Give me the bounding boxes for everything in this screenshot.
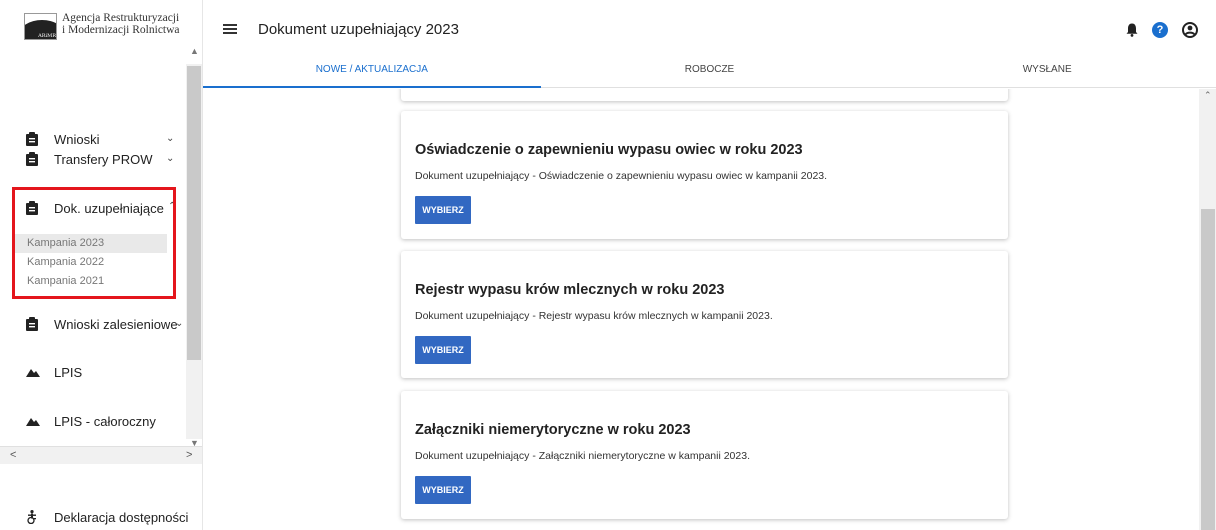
sidebar-item-lpis[interactable]: LPIS bbox=[26, 362, 82, 382]
account-icon[interactable] bbox=[1182, 22, 1198, 38]
terrain-icon bbox=[26, 369, 40, 377]
help-icon[interactable]: ? bbox=[1152, 22, 1168, 38]
sidebar-item-label: LPIS bbox=[54, 364, 83, 380]
document-card: Załączniki niemerytoryczne w roku 2023 D… bbox=[401, 391, 1008, 519]
clipboard-icon bbox=[26, 317, 38, 331]
document-card: Oświadczenie o zapewnieniu wypasu owiec … bbox=[401, 111, 1008, 239]
wybierz-button[interactable]: WYBIERZ bbox=[415, 336, 471, 364]
scroll-left-icon[interactable]: < bbox=[10, 449, 16, 461]
accessibility-icon bbox=[27, 510, 36, 524]
sidebar-scrollbar-thumb[interactable] bbox=[187, 66, 201, 360]
card-title: Załączniki niemerytoryczne w roku 2023 bbox=[415, 422, 691, 438]
tab-bar: NOWE / AKTUALIZACJA ROBOCZE WYSŁANE bbox=[203, 58, 1216, 88]
wybierz-button[interactable]: WYBIERZ bbox=[415, 476, 471, 504]
card-description: Dokument uzupełniający - Załączniki niem… bbox=[415, 450, 750, 462]
logo-line-2: i Modernizacji Rolnictwa bbox=[62, 24, 180, 36]
arimr-logo[interactable]: ARiMR Agencja Restrukturyzacji i Moderni… bbox=[0, 0, 203, 44]
card-description: Dokument uzupełniający - Oświadczenie o … bbox=[415, 170, 828, 182]
top-app-bar: Dokument uzupełniający 2023 ? bbox=[203, 0, 1216, 58]
tab-robocze[interactable]: ROBOCZE bbox=[541, 58, 879, 87]
scroll-right-icon[interactable]: > bbox=[186, 449, 192, 461]
sidebar-item-transfery-prow[interactable]: Transfery PROW bbox=[26, 149, 152, 169]
sidebar-horizontal-scrollbar[interactable]: < > bbox=[0, 446, 202, 464]
sidebar-scroll-up-icon[interactable]: ▲ bbox=[190, 46, 199, 56]
content-scroll-up-icon[interactable]: ⌃ bbox=[1204, 90, 1212, 101]
arimr-emblem-icon: ARiMR bbox=[24, 13, 57, 40]
sidebar-item-label: LPIS - całoroczny bbox=[54, 413, 156, 429]
chevron-down-icon[interactable]: ⌄ bbox=[166, 133, 174, 144]
bell-icon[interactable] bbox=[1126, 23, 1138, 37]
card-title: Oświadczenie o zapewnieniu wypasu owiec … bbox=[415, 142, 803, 158]
sidebar-item-wnioski[interactable]: Wnioski bbox=[26, 129, 100, 149]
chevron-down-icon[interactable]: ⌄ bbox=[166, 153, 174, 164]
chevron-down-icon[interactable]: ⌄ bbox=[175, 318, 183, 329]
content-scrollbar-thumb[interactable] bbox=[1201, 209, 1215, 530]
clipboard-icon bbox=[26, 152, 38, 166]
sidebar-item-label: Wnioski bbox=[54, 131, 100, 147]
tab-wyslane[interactable]: WYSŁANE bbox=[878, 58, 1216, 87]
document-card-partial bbox=[401, 89, 1008, 101]
page-title: Dokument uzupełniający 2023 bbox=[258, 21, 459, 38]
highlight-annotation-box bbox=[12, 187, 176, 299]
sidebar-item-label: Deklaracja dostępności bbox=[54, 509, 189, 525]
top-icons: ? bbox=[1126, 22, 1198, 38]
sidebar-item-deklaracja-dostepnosci[interactable]: Deklaracja dostępności bbox=[26, 507, 188, 527]
sidebar: ARiMR Agencja Restrukturyzacji i Moderni… bbox=[0, 0, 203, 530]
terrain-icon bbox=[26, 418, 40, 426]
sidebar-item-wnioski-zalesieniowe[interactable]: Wnioski zalesieniowe bbox=[26, 314, 178, 334]
sidebar-item-lpis-caloroczny[interactable]: LPIS - całoroczny bbox=[26, 411, 156, 431]
logo-text: Agencja Restrukturyzacji i Modernizacji … bbox=[62, 12, 180, 36]
sidebar-item-label: Transfery PROW bbox=[54, 151, 153, 167]
card-title: Rejestr wypasu krów mlecznych w roku 202… bbox=[415, 282, 725, 298]
clipboard-icon bbox=[26, 132, 38, 146]
main-content: Oświadczenie o zapewnieniu wypasu owiec … bbox=[203, 89, 1216, 530]
card-description: Dokument uzupełniający - Rejestr wypasu … bbox=[415, 310, 773, 322]
wybierz-button[interactable]: WYBIERZ bbox=[415, 196, 471, 224]
sidebar-item-label: Wnioski zalesieniowe bbox=[54, 316, 178, 332]
logo-line-1: Agencja Restrukturyzacji bbox=[62, 12, 180, 24]
document-card: Rejestr wypasu krów mlecznych w roku 202… bbox=[401, 251, 1008, 378]
tab-nowe-aktualizacja[interactable]: NOWE / AKTUALIZACJA bbox=[203, 58, 541, 88]
menu-icon[interactable] bbox=[223, 24, 237, 34]
